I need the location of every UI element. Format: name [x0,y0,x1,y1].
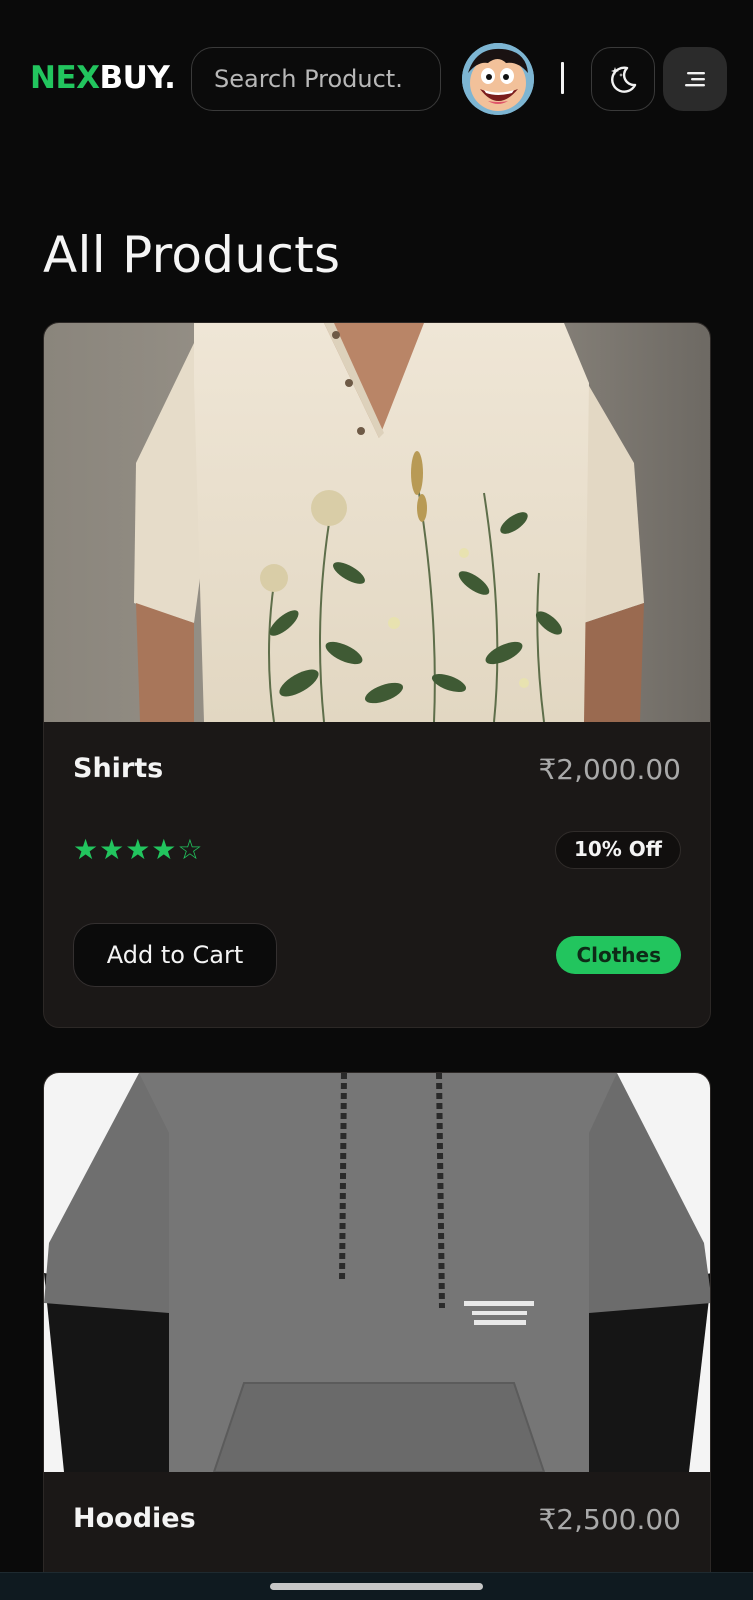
product-name: Hoodies [73,1503,196,1534]
shirt-photo [44,323,710,722]
logo-accent: NEX [30,60,100,96]
product-name: Shirts [73,753,164,784]
search-input[interactable] [214,65,424,93]
top-header: NEXBUY. [0,0,753,140]
system-nav-bar [0,1572,753,1600]
discount-badge: 10% Off [554,831,681,869]
hoodie-photo [44,1073,710,1472]
product-image[interactable] [44,1073,710,1472]
menu-button[interactable] [663,47,727,111]
category-badge[interactable]: Clothes [556,936,681,974]
product-card[interactable]: Shirts ₹2,000.00 ★★★★☆ 10% Off Add to Ca… [43,322,711,1028]
product-price: ₹2,500.00 [538,1503,681,1536]
search-box[interactable] [191,47,441,111]
rating-stars: ★★★★☆ [73,834,204,865]
products-page: NEXBUY. Search Product. All Products Shi… [0,0,753,1600]
theme-toggle-button[interactable] [591,47,655,111]
user-avatar[interactable] [462,43,534,115]
menu-icon [685,72,705,87]
brand-logo[interactable]: NEXBUY. [30,60,176,96]
avatar-illustration [462,43,534,115]
moon-stars-icon [611,66,637,93]
home-gesture-handle[interactable] [270,1583,483,1590]
header-divider [561,62,564,94]
logo-rest: BUY. [99,60,176,96]
page-title: All Products [43,226,341,284]
product-image[interactable] [44,323,710,722]
add-to-cart-button[interactable]: Add to Cart [73,923,277,987]
product-price: ₹2,000.00 [538,753,681,786]
product-card[interactable]: Hoodies ₹2,500.00 [43,1072,711,1600]
